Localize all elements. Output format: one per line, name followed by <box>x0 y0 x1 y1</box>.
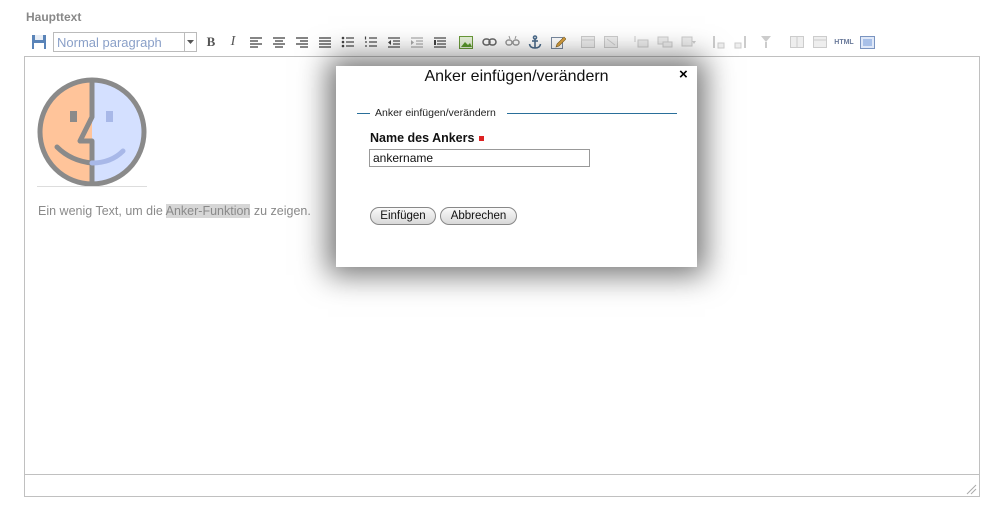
anchor-name-label: Name des Ankers <box>370 131 485 145</box>
blockquote-icon[interactable] <box>432 31 448 53</box>
editor-toolbar: Normal paragraph B I HTML <box>30 31 890 53</box>
paragraph-text: Ein wenig Text, um die <box>38 204 166 218</box>
image-divider <box>37 186 147 187</box>
edit-icon[interactable] <box>550 31 566 53</box>
table-col-delete-icon[interactable] <box>758 31 774 53</box>
table-insert-icon[interactable] <box>580 31 596 53</box>
table-delete-icon[interactable] <box>603 31 619 53</box>
dialog-title: Anker einfügen/verändern <box>424 68 609 85</box>
align-center-icon[interactable] <box>271 31 287 53</box>
anchor-name-input[interactable] <box>369 149 590 167</box>
table-merge-icon[interactable] <box>812 31 828 53</box>
table-col-after-icon[interactable] <box>733 31 749 53</box>
anchor-dialog: Anker einfügen/verändern × Anker einfüge… <box>336 66 697 267</box>
chevron-down-icon <box>184 33 196 51</box>
numbered-list-icon[interactable] <box>363 31 379 53</box>
fieldset-line <box>507 113 677 114</box>
close-icon[interactable]: × <box>679 66 688 83</box>
fullscreen-icon[interactable] <box>859 31 875 53</box>
editor-statusbar <box>24 475 980 497</box>
resize-handle-icon[interactable] <box>965 482 977 495</box>
format-select-value: Normal paragraph <box>57 35 162 50</box>
required-marker <box>479 136 485 142</box>
paragraph-text: zu zeigen. <box>250 204 311 218</box>
fieldset-legend: Anker einfügen/verändern <box>375 107 496 119</box>
cancel-button[interactable]: Abbrechen <box>440 207 517 225</box>
editor-paragraph: Ein wenig Text, um die Anker-Funktion zu… <box>38 204 311 218</box>
link-icon[interactable] <box>481 31 497 53</box>
finder-face-image <box>37 77 147 187</box>
indent-icon[interactable] <box>409 31 425 53</box>
table-split-icon[interactable] <box>789 31 805 53</box>
table-row-delete-icon[interactable] <box>680 31 698 53</box>
align-left-icon[interactable] <box>248 31 264 53</box>
table-row-before-icon[interactable] <box>632 31 650 53</box>
save-icon[interactable] <box>30 31 48 53</box>
anchor-icon[interactable] <box>527 31 543 53</box>
field-label: Haupttext <box>26 10 82 24</box>
table-row-after-icon[interactable] <box>656 31 674 53</box>
anchor-name-label-text: Name des Ankers <box>370 131 475 145</box>
bullet-list-icon[interactable] <box>340 31 356 53</box>
table-col-before-icon[interactable] <box>710 31 726 53</box>
align-right-icon[interactable] <box>294 31 310 53</box>
bold-button[interactable]: B <box>204 31 218 53</box>
anchor-text-selection[interactable]: Anker-Funktion <box>165 204 251 218</box>
html-source-button[interactable]: HTML <box>832 31 856 53</box>
unlink-icon[interactable] <box>504 31 520 53</box>
insert-image-icon[interactable] <box>458 31 474 53</box>
italic-button[interactable]: I <box>226 31 240 53</box>
fieldset-line <box>357 113 370 114</box>
insert-button[interactable]: Einfügen <box>370 207 436 225</box>
format-select[interactable]: Normal paragraph <box>53 32 197 52</box>
outdent-icon[interactable] <box>386 31 402 53</box>
align-justify-icon[interactable] <box>317 31 333 53</box>
